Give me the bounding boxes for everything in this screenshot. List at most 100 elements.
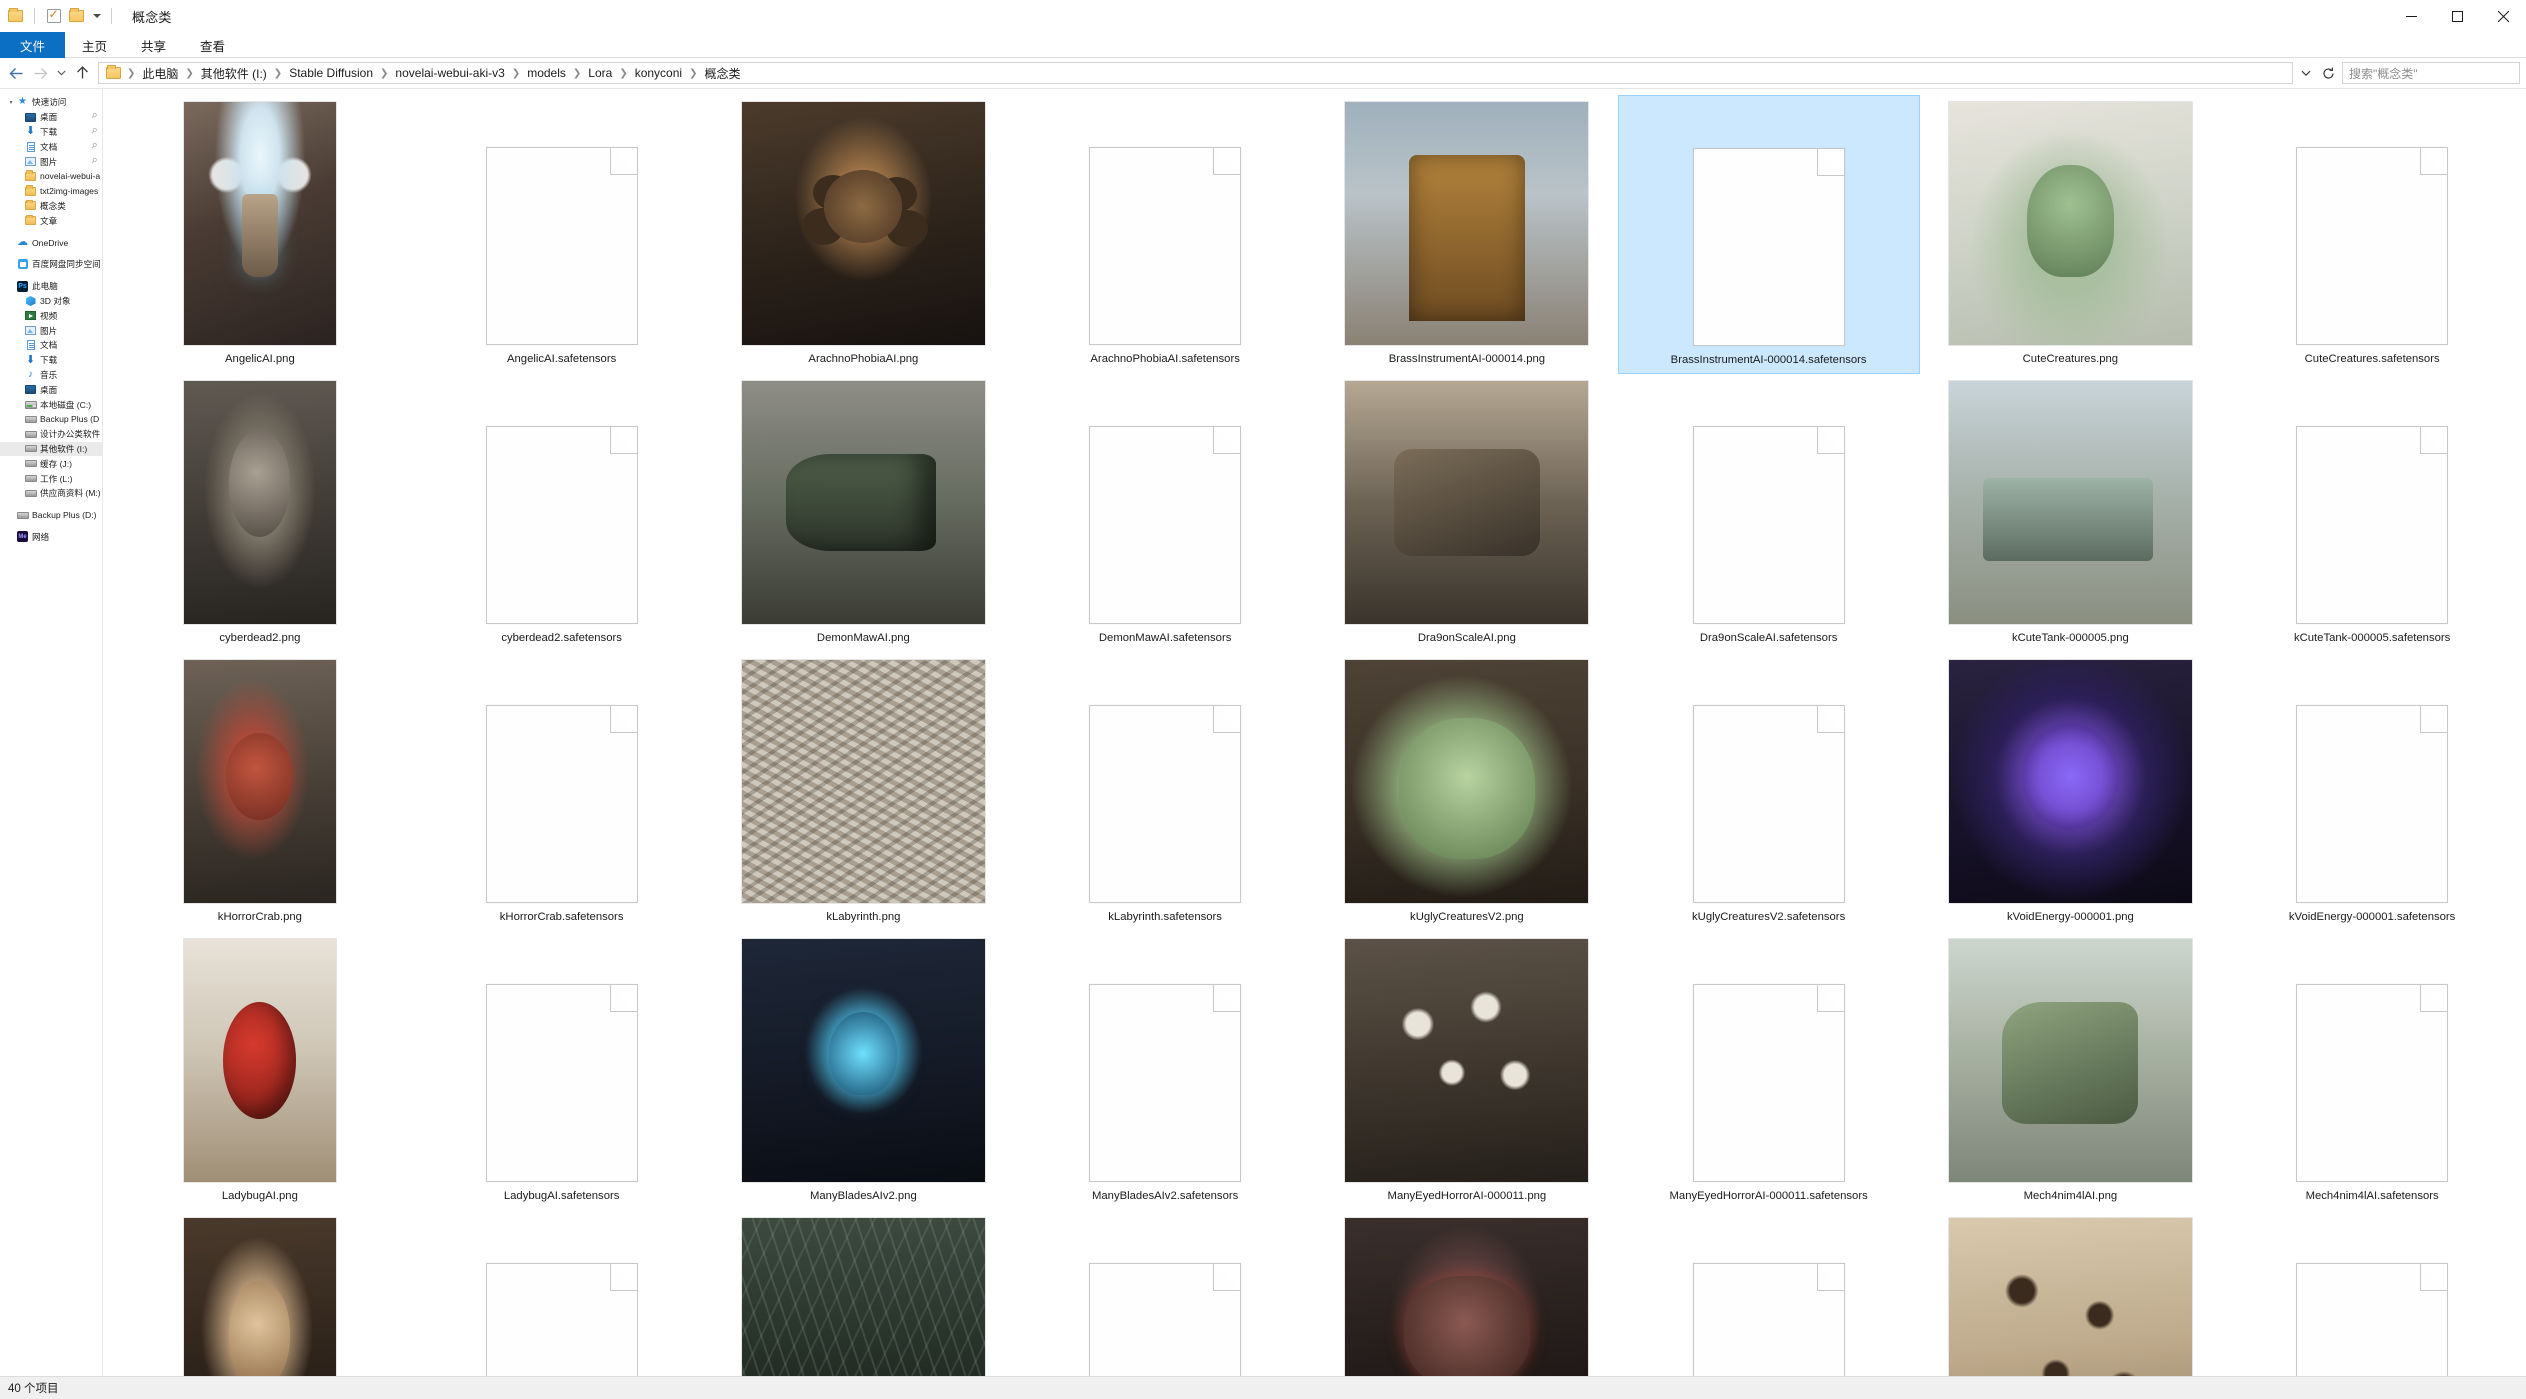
- sidebar-item-[interactable]: ⬇ 下载 ⚲: [0, 125, 102, 140]
- image-item[interactable]: CuteCreatures.png: [1920, 95, 2222, 374]
- tab-file[interactable]: 文件: [0, 32, 66, 58]
- sidebar-item-j[interactable]: 缓存 (J:): [0, 456, 102, 471]
- close-button[interactable]: [2480, 0, 2526, 32]
- image-item[interactable]: ManyBladesAIv2.png: [713, 932, 1015, 1211]
- file-item[interactable]: Dra9onScaleAI.safetensors: [1618, 374, 1920, 653]
- sidebar-item-[interactable]: Ps 此电脑: [0, 279, 102, 294]
- sidebar-item-[interactable]: 视频: [0, 308, 102, 323]
- sidebar-item-[interactable]: ⬇ 下载: [0, 353, 102, 368]
- back-button[interactable]: [4, 61, 28, 85]
- sidebar-item-[interactable]: ♪ 音乐: [0, 368, 102, 383]
- sidebar-item-[interactable]: 桌面 ⚲: [0, 110, 102, 125]
- maximize-button[interactable]: [2434, 0, 2480, 32]
- sidebar-item-[interactable]: 桌面: [0, 382, 102, 397]
- pin-icon[interactable]: ⚲: [89, 126, 101, 138]
- file-item[interactable]: kVoidEnergy-000001.safetensors: [2221, 653, 2523, 932]
- sidebar-item-novelai-webui-aki[interactable]: novelai-webui-aki: [0, 169, 102, 184]
- sidebar-item-[interactable]: ▾ ★ 快速访问: [0, 95, 102, 110]
- file-item[interactable]: ManyEyedHorrorAI-000011.safetensors: [1618, 932, 1920, 1211]
- folder-icon[interactable]: [7, 8, 24, 25]
- sidebar-item-[interactable]: 文章: [0, 213, 102, 228]
- file-item[interactable]: [2221, 1211, 2523, 1376]
- breadcrumb-separator[interactable]: ❯: [183, 68, 195, 79]
- image-item[interactable]: kVoidEnergy-000001.png: [1920, 653, 2222, 932]
- tab-share[interactable]: 共享: [124, 32, 183, 58]
- file-item[interactable]: DemonMawAI.safetensors: [1014, 374, 1316, 653]
- sidebar-item-[interactable]: 图片: [0, 323, 102, 338]
- pin-icon[interactable]: ⚲: [89, 111, 101, 123]
- sidebar-item-c[interactable]: 本地磁盘 (C:): [0, 397, 102, 412]
- image-item[interactable]: Dra9onScaleAI.png: [1316, 374, 1618, 653]
- search-input[interactable]: 搜索"概念类": [2342, 62, 2520, 84]
- image-item[interactable]: BrassInstrumentAI-000014.png: [1316, 95, 1618, 374]
- sidebar-item-l[interactable]: 工作 (L:): [0, 471, 102, 486]
- file-item[interactable]: [411, 1211, 713, 1376]
- file-item[interactable]: cyberdead2.safetensors: [411, 374, 713, 653]
- file-item[interactable]: kCuteTank-000005.safetensors: [2221, 374, 2523, 653]
- sidebar-item-[interactable]: 概念类: [0, 199, 102, 214]
- image-item[interactable]: Mech4nim4lAI.png: [1920, 932, 2222, 1211]
- file-item[interactable]: LadybugAI.safetensors: [411, 932, 713, 1211]
- sidebar-item-[interactable]: 图片 ⚲: [0, 154, 102, 169]
- file-item[interactable]: kUglyCreaturesV2.safetensors: [1618, 653, 1920, 932]
- navigation-pane[interactable]: ▾ ★ 快速访问 桌面 ⚲ ⬇ 下载 ⚲ 文档 ⚲ 图片 ⚲ novelai-webui-aki txt2…: [0, 89, 103, 1376]
- customize-caret-icon[interactable]: [93, 14, 101, 18]
- sidebar-item-[interactable]: Me 网络: [0, 530, 102, 545]
- sidebar-item-backup-plus-d[interactable]: Backup Plus (D:): [0, 508, 102, 523]
- refresh-icon[interactable]: [2317, 62, 2339, 84]
- file-item[interactable]: [1014, 1211, 1316, 1376]
- sidebar-item-e[interactable]: 设计办公类软件 (E:: [0, 427, 102, 442]
- file-item[interactable]: ArachnoPhobiaAI.safetensors: [1014, 95, 1316, 374]
- up-button[interactable]: [70, 61, 94, 85]
- tab-view[interactable]: 查看: [183, 32, 242, 58]
- pin-icon[interactable]: ⚲: [89, 156, 101, 168]
- pin-icon[interactable]: ⚲: [89, 141, 101, 153]
- image-item[interactable]: ArachnoPhobiaAI.png: [713, 95, 1015, 374]
- file-item[interactable]: CuteCreatures.safetensors: [2221, 95, 2523, 374]
- file-item[interactable]: Mech4nim4lAI.safetensors: [2221, 932, 2523, 1211]
- sidebar-item-3d[interactable]: 3D 对象: [0, 294, 102, 309]
- file-item[interactable]: BrassInstrumentAI-000014.safetensors: [1617, 95, 1920, 374]
- properties-icon[interactable]: [45, 7, 62, 25]
- image-item[interactable]: DemonMawAI.png: [713, 374, 1015, 653]
- recent-locations-caret-icon[interactable]: [52, 61, 70, 85]
- breadcrumb-item-5[interactable]: Lora: [583, 65, 617, 81]
- sidebar-item-[interactable]: 文档: [0, 338, 102, 353]
- sidebar-item-backup-plus-d[interactable]: Backup Plus (D:): [0, 412, 102, 427]
- forward-button[interactable]: [28, 61, 52, 85]
- minimize-button[interactable]: [2388, 0, 2434, 32]
- breadcrumb-item-3[interactable]: novelai-webui-aki-v3: [390, 65, 509, 81]
- file-item[interactable]: kLabyrinth.safetensors: [1014, 653, 1316, 932]
- breadcrumb-item-2[interactable]: Stable Diffusion: [284, 65, 378, 81]
- file-item[interactable]: [1618, 1211, 1920, 1376]
- tab-home[interactable]: 主页: [65, 32, 124, 58]
- image-item[interactable]: LadybugAI.png: [109, 932, 411, 1211]
- sidebar-item-i[interactable]: 其他软件 (I:): [0, 441, 102, 457]
- chevron-down-icon[interactable]: ▾: [6, 99, 16, 106]
- breadcrumb-separator[interactable]: ❯: [272, 68, 284, 79]
- sidebar-item-m[interactable]: 供应商资料 (M:): [0, 486, 102, 501]
- image-item[interactable]: cyberdead2.png: [109, 374, 411, 653]
- image-item[interactable]: [109, 1211, 411, 1376]
- breadcrumb-separator[interactable]: ❯: [571, 68, 583, 79]
- file-list-pane[interactable]: AngelicAI.png AngelicAI.safetensors Arachn…: [103, 89, 2526, 1376]
- breadcrumb-separator[interactable]: ❯: [378, 68, 390, 79]
- file-item[interactable]: kHorrorCrab.safetensors: [411, 653, 713, 932]
- image-item[interactable]: kLabyrinth.png: [713, 653, 1015, 932]
- breadcrumb-item-6[interactable]: konyconi: [630, 65, 687, 81]
- breadcrumb-separator[interactable]: ❯: [617, 68, 629, 79]
- breadcrumb-item-4[interactable]: models: [522, 65, 571, 81]
- previous-locations-chevron-down-icon[interactable]: [2295, 62, 2317, 84]
- sidebar-item-txt2img-images[interactable]: txt2img-images: [0, 184, 102, 199]
- image-item[interactable]: AngelicAI.png: [109, 95, 411, 374]
- image-item[interactable]: ManyEyedHorrorAI-000011.png: [1316, 932, 1618, 1211]
- breadcrumb-item-1[interactable]: 其他软件 (I:): [196, 64, 272, 83]
- image-item[interactable]: [1316, 1211, 1618, 1376]
- breadcrumb[interactable]: ❯ 此电脑 ❯ 其他软件 (I:) ❯ Stable Diffusion ❯ n…: [98, 62, 2293, 84]
- breadcrumb-separator[interactable]: ❯: [687, 68, 699, 79]
- image-item[interactable]: [1920, 1211, 2222, 1376]
- image-item[interactable]: kCuteTank-000005.png: [1920, 374, 2222, 653]
- new-folder-icon[interactable]: [68, 8, 85, 25]
- breadcrumb-item-7[interactable]: 概念类: [699, 64, 745, 83]
- file-item[interactable]: AngelicAI.safetensors: [411, 95, 713, 374]
